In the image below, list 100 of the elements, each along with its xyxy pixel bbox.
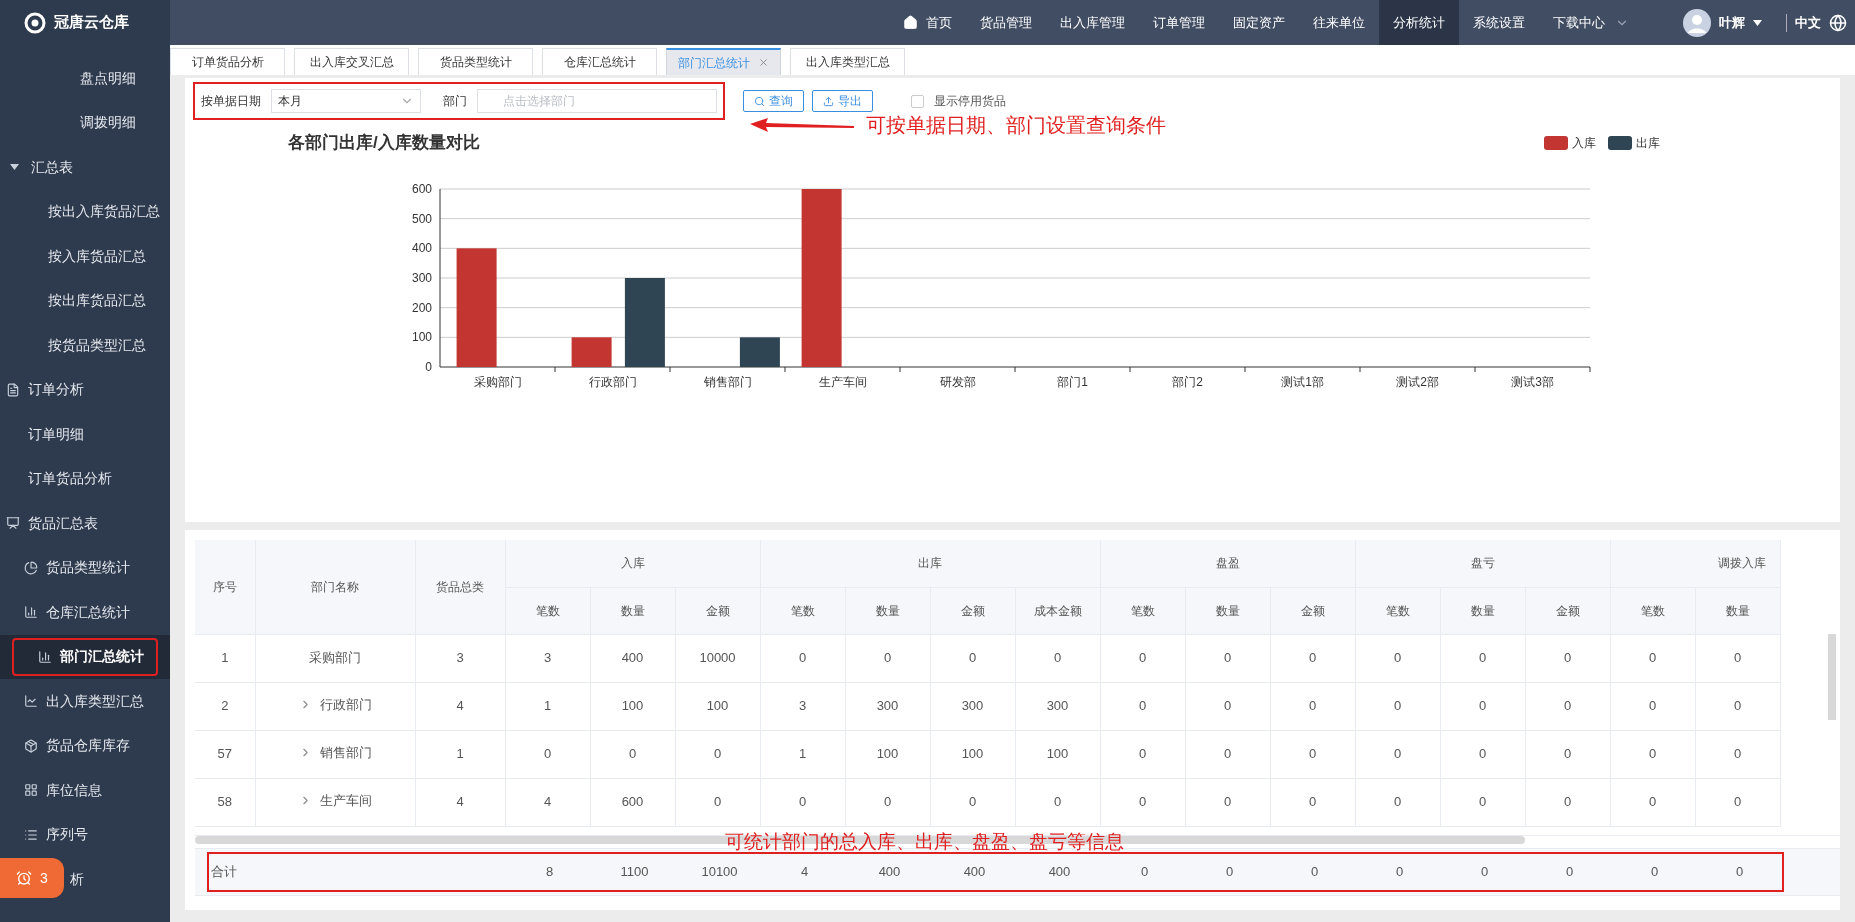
sidebar-item[interactable]: 订单货品分析 [0, 456, 170, 501]
nav-item[interactable]: 系统设置 [1459, 0, 1539, 45]
column-header: 数量 [845, 587, 930, 634]
y-tick-label: 100 [411, 329, 432, 344]
table-cell: 0 [1270, 682, 1355, 730]
table-cell: 0 [760, 778, 845, 826]
total-cell-text: 0 [1225, 862, 1234, 881]
query-button[interactable]: 查询 [743, 90, 804, 112]
table-cell: 100 [930, 730, 1015, 778]
tab[interactable]: 仓库汇总统计 [542, 48, 657, 75]
sidebar-item[interactable]: 库位信息 [0, 768, 170, 813]
tab[interactable]: 出入库交叉汇总 [294, 48, 409, 75]
globe-icon[interactable] [1829, 13, 1847, 32]
nav-item[interactable]: 下载中心 [1539, 0, 1643, 45]
x-tick-label: 生产车间 [818, 374, 867, 389]
sidebar-item[interactable]: 调拨明细 [0, 100, 170, 145]
sidebar-label: 货品仓库库存 [46, 736, 130, 756]
table-cell: 0 [845, 634, 930, 682]
sidebar-label: 调拨明细 [80, 113, 136, 133]
table-cell: 1 [195, 634, 255, 682]
legend-label: 出库 [1636, 134, 1660, 152]
sidebar-item[interactable]: 出入库类型汇总 [0, 679, 170, 724]
total-cell-text: 1100 [620, 862, 649, 881]
total-cell-text: 0 [1565, 862, 1574, 881]
close-icon[interactable] [758, 57, 769, 68]
sidebar-item[interactable]: 按出入库货品汇总 [0, 189, 170, 234]
total-cell-text: 400 [1048, 862, 1071, 881]
sidebar-item[interactable]: 按出库货品汇总 [0, 278, 170, 323]
nav-item[interactable]: 货品管理 [966, 0, 1046, 45]
column-header: 金额 [1525, 587, 1610, 634]
table-cell: 0 [1270, 634, 1355, 682]
department-field[interactable]: 点击选择部门 [477, 89, 717, 113]
table-cell: 0 [675, 778, 760, 826]
checkbox[interactable] [911, 94, 924, 108]
table-cell: 0 [1610, 634, 1695, 682]
sidebar-item[interactable]: 按入库货品汇总 [0, 234, 170, 279]
export-button[interactable]: 导出 [812, 90, 873, 112]
sidebar-item[interactable]: 订单明细 [0, 412, 170, 457]
language-label[interactable]: 中文 [1787, 12, 1829, 33]
menu-icon [38, 649, 52, 664]
user-name[interactable]: 叶辉 [1719, 12, 1745, 33]
y-tick-label: 0 [425, 359, 432, 374]
sidebar-item[interactable]: 部门汇总统计 [0, 634, 170, 679]
sidebar-item[interactable]: 按货品类型汇总 [0, 323, 170, 368]
date-select[interactable]: 本月 [271, 89, 421, 113]
table-cell: 0 [1270, 778, 1355, 826]
sidebar-group[interactable]: 订单分析 [0, 367, 170, 412]
table-cell: 100 [590, 682, 675, 730]
nav-item[interactable]: 出入库管理 [1046, 0, 1139, 45]
y-tick-label: 300 [411, 270, 432, 285]
table-cell: 0 [1525, 730, 1610, 778]
vertical-scrollbar[interactable] [1828, 634, 1836, 720]
tab[interactable]: 货品类型统计 [418, 48, 533, 75]
table-cell: 0 [930, 778, 1015, 826]
x-tick-label: 采购部门 [473, 374, 522, 389]
upload-icon [823, 95, 834, 107]
tab[interactable]: 出入库类型汇总 [790, 48, 905, 75]
column-header: 数量 [1185, 587, 1270, 634]
sidebar-item[interactable]: 货品仓库库存 [0, 723, 170, 768]
sidebar-item[interactable]: 盘点明细 [0, 56, 170, 101]
table-cell: 0 [1525, 682, 1610, 730]
group-label: 汇总表 [31, 157, 73, 177]
sidebar-item[interactable]: 仓库汇总统计 [0, 590, 170, 635]
table-cell: 0 [1355, 634, 1440, 682]
tab[interactable]: 订单货品分析 [170, 48, 285, 75]
sidebar-item[interactable]: 序列号 [0, 812, 170, 857]
table-cell: 0 [1440, 730, 1525, 778]
alarm-icon [16, 870, 33, 886]
checkbox-label: 显示停用货品 [934, 93, 1006, 110]
table-cell: 4 [505, 778, 590, 826]
table-cell: 0 [1610, 778, 1695, 826]
table-cell: 0 [1100, 730, 1185, 778]
sidebar-group[interactable]: 货品汇总表 [0, 501, 170, 546]
legend-label: 入库 [1572, 134, 1596, 152]
menu-icon [24, 560, 38, 575]
nav-item[interactable]: 首页 [889, 0, 966, 45]
sidebar-group[interactable]: 汇总表 [0, 145, 170, 190]
search-icon [754, 95, 765, 107]
sidebar-label: 库位信息 [46, 780, 102, 800]
table-cell: 300 [930, 682, 1015, 730]
avatar-icon[interactable] [1683, 8, 1711, 37]
nav-item[interactable]: 往来单位 [1299, 0, 1379, 45]
table-cell: 100 [1015, 730, 1100, 778]
nav-item[interactable]: 固定资产 [1219, 0, 1299, 45]
column-header: 笔数 [760, 587, 845, 634]
sidebar-item[interactable]: 货品类型统计 [0, 545, 170, 590]
table-cell: 0 [1355, 730, 1440, 778]
nav-item[interactable]: 订单管理 [1139, 0, 1219, 45]
x-tick-label: 部门2 [1172, 374, 1203, 389]
table-cell: 300 [1015, 682, 1100, 730]
table-cell: 0 [1440, 778, 1525, 826]
table-cell: 0 [1525, 634, 1610, 682]
table-cell: 0 [1185, 730, 1270, 778]
sidebar-label: 盘点明细 [80, 68, 136, 88]
table-cell: 0 [505, 730, 590, 778]
nav-item[interactable]: 分析统计 [1379, 0, 1459, 45]
x-tick-label: 测试1部 [1281, 374, 1324, 389]
sidebar-label: 序列号 [46, 825, 88, 845]
column-header: 金额 [675, 587, 760, 634]
menu-icon [6, 516, 20, 531]
